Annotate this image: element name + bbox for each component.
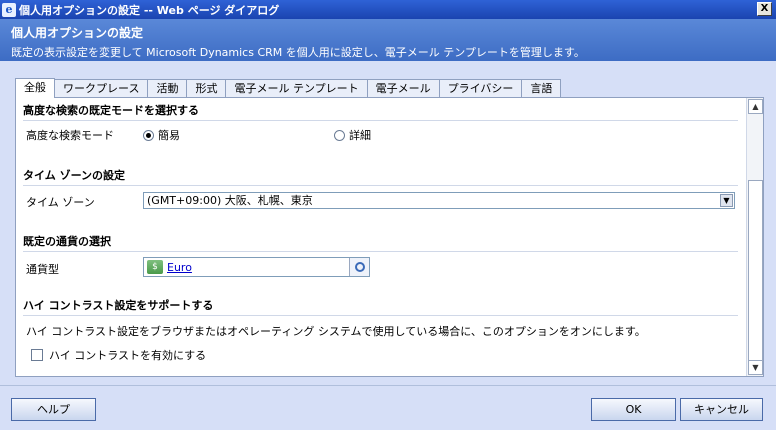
tab-formats[interactable]: 形式: [186, 79, 227, 98]
window-title: 個人用オプションの設定 -- Web ページ ダイアログ: [19, 3, 280, 17]
window-titlebar: e 個人用オプションの設定 -- Web ページ ダイアログ X: [0, 0, 776, 19]
currency-section-title: 既定の通貨の選択: [23, 233, 738, 252]
tab-email-templates[interactable]: 電子メール テンプレート: [225, 79, 368, 98]
cancel-button[interactable]: キャンセル: [680, 398, 763, 421]
timezone-label: タイム ゾーン: [26, 196, 95, 209]
currency-label: 通貨型: [26, 263, 59, 276]
scroll-down-icon[interactable]: ▼: [748, 360, 763, 375]
tab-activities[interactable]: 活動: [147, 79, 188, 98]
dialog-header: 個人用オプションの設定 既定の表示設定を変更して Microsoft Dynam…: [0, 19, 776, 61]
vertical-scrollbar[interactable]: ▲ ▼: [746, 98, 763, 376]
radio-detailed-indicator: [334, 129, 345, 141]
radio-simple-indicator: [143, 129, 154, 141]
tab-general[interactable]: 全般: [15, 78, 55, 98]
timezone-section-title: タイム ゾーンの設定: [23, 167, 738, 186]
tab-privacy[interactable]: プライバシー: [438, 79, 523, 98]
tab-bar: 全般 ワークプレース 活動 形式 電子メール テンプレート 電子メール プライバ…: [15, 78, 562, 98]
dialog-footer: ヘルプ OK キャンセル: [0, 385, 776, 430]
search-section-title: 高度な検索の既定モードを選択する: [23, 102, 738, 121]
radio-simple[interactable]: 簡易: [143, 127, 180, 143]
chevron-down-icon[interactable]: ▼: [720, 194, 733, 207]
settings-content: 高度な検索の既定モードを選択する 高度な検索モード 簡易 詳細 タイム ゾーンの…: [23, 98, 738, 376]
tab-workplace[interactable]: ワークプレース: [54, 79, 149, 98]
radio-simple-label: 簡易: [158, 129, 180, 142]
currency-icon: $: [147, 260, 163, 274]
scroll-thumb[interactable]: [748, 180, 763, 361]
currency-lookup[interactable]: $ Euro: [143, 257, 370, 277]
timezone-select[interactable]: (GMT+09:00) 大阪、札幌、東京 ▼: [143, 192, 735, 209]
timezone-value: (GMT+09:00) 大阪、札幌、東京: [147, 194, 313, 207]
ok-button[interactable]: OK: [591, 398, 676, 421]
scroll-up-icon[interactable]: ▲: [748, 99, 763, 114]
header-description: 既定の表示設定を変更して Microsoft Dynamics CRM を個人用…: [11, 46, 585, 59]
close-button[interactable]: X: [757, 2, 772, 16]
ie-icon: e: [2, 2, 16, 17]
tab-languages[interactable]: 言語: [521, 79, 562, 98]
checkbox-box[interactable]: [31, 349, 43, 361]
search-mode-label: 高度な検索モード: [26, 129, 114, 142]
header-title: 個人用オプションの設定: [11, 26, 144, 40]
lookup-search-icon[interactable]: [349, 258, 369, 276]
contrast-section-title: ハイ コントラスト設定をサポートする: [23, 297, 738, 316]
tab-panel: 高度な検索の既定モードを選択する 高度な検索モード 簡易 詳細 タイム ゾーンの…: [15, 97, 764, 377]
currency-link[interactable]: Euro: [167, 261, 192, 274]
high-contrast-checkbox[interactable]: ハイ コントラストを有効にする: [31, 347, 206, 363]
radio-detailed-label: 詳細: [349, 129, 371, 142]
contrast-description: ハイ コントラスト設定をブラウザまたはオペレーティング システムで使用している場…: [26, 325, 646, 338]
radio-detailed[interactable]: 詳細: [334, 127, 371, 143]
help-button[interactable]: ヘルプ: [11, 398, 96, 421]
high-contrast-label: ハイ コントラストを有効にする: [49, 349, 207, 362]
tab-email[interactable]: 電子メール: [366, 79, 440, 98]
